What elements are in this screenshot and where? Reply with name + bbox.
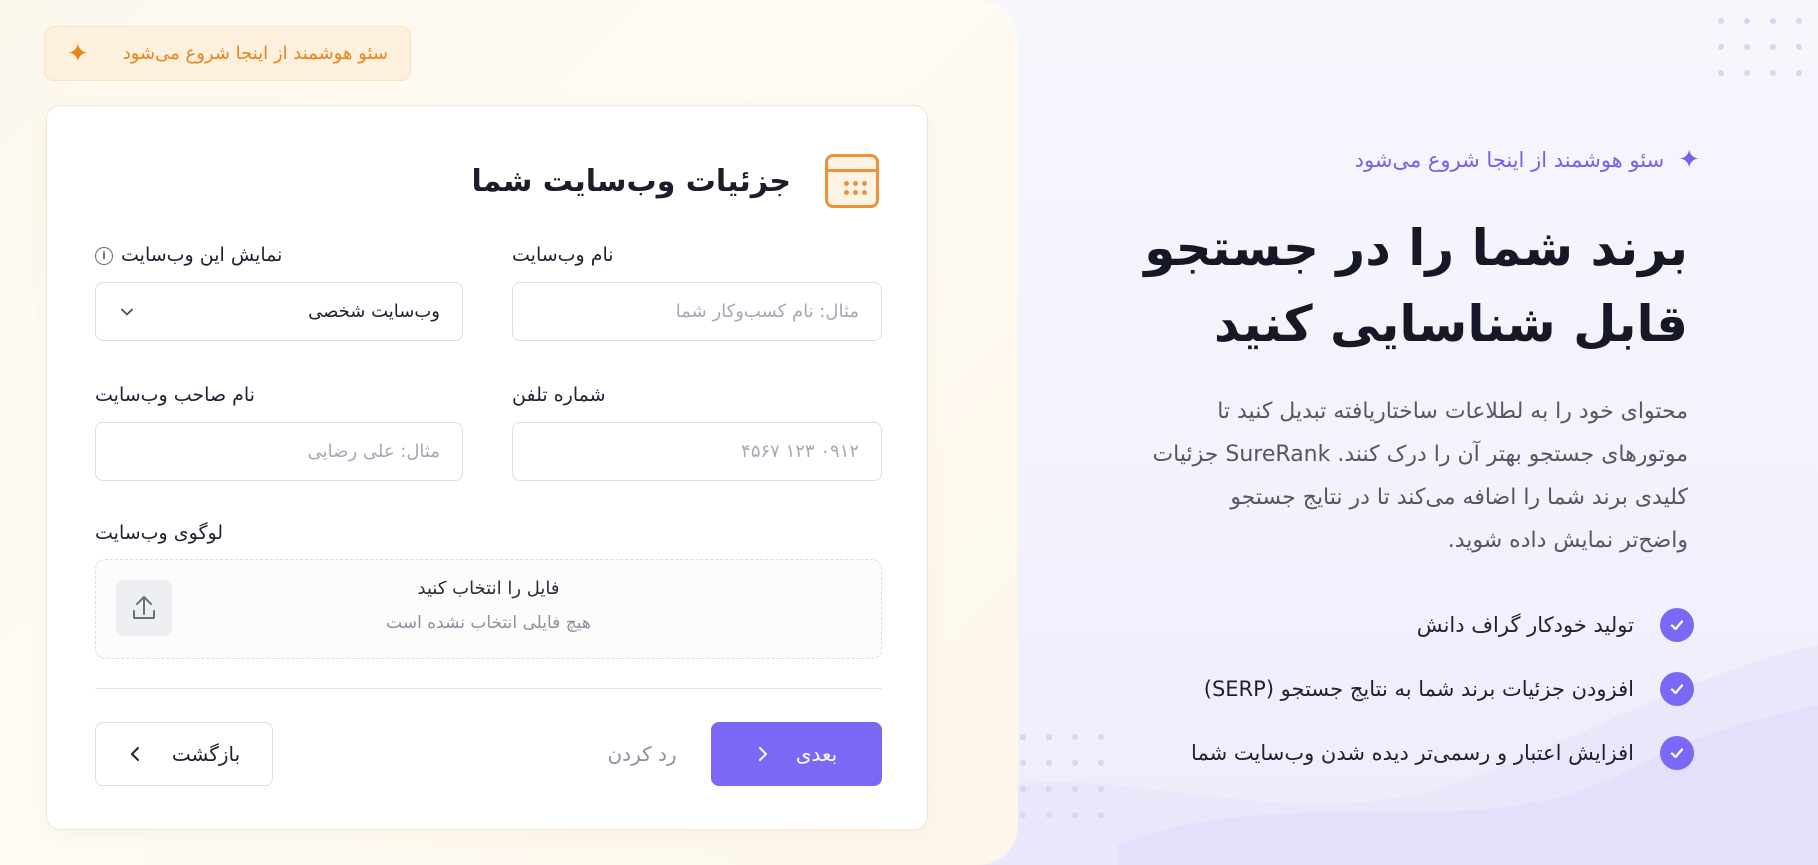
- website-name-input[interactable]: مثال: نام کسب‌وکار شما: [512, 282, 882, 341]
- hero-heading: برند شما را در جستجو قابل شناسایی کنید: [988, 210, 1688, 362]
- feature-item: افزایش اعتبار و رسمی‌تر دیده شدن وب‌سایت…: [1191, 721, 1694, 785]
- hero-badge: سئو هوشمند از اینجا شروع می‌شود ✦: [1355, 145, 1700, 175]
- feature-text: افزایش اعتبار و رسمی‌تر دیده شدن وب‌سایت…: [1191, 741, 1634, 765]
- next-button-label: بعدی: [795, 742, 838, 766]
- display-as-value: وب‌سایت شخصی: [308, 301, 440, 322]
- feature-item: افزودن جزئیات برند شما به نتایج جستجو (S…: [1191, 657, 1694, 721]
- display-as-label: نمایش این وب‌سایت i: [95, 244, 282, 266]
- top-badge-text: سئو هوشمند از اینجا شروع می‌شود: [122, 43, 388, 64]
- choose-file-text: فایل را انتخاب کنید: [417, 578, 560, 599]
- owner-name-label: نام صاحب وب‌سایت: [95, 384, 255, 406]
- hero-paragraph-line: کلیدی برند شما را اضافه می‌کند تا در نتا…: [1230, 485, 1688, 510]
- sparkle-icon: ✦: [67, 38, 89, 69]
- card-title: جزئیات وب‌سایت شما: [471, 164, 791, 199]
- back-button[interactable]: بازگشت: [95, 722, 273, 786]
- hero-paragraph-line: محتوای خود را به لطلاعات ساختاریافته تبد…: [1217, 399, 1688, 424]
- phone-label: شماره تلفن: [512, 384, 606, 406]
- check-icon: [1660, 608, 1694, 642]
- decor-dots-bottom-left: [1018, 730, 1118, 830]
- top-badge: ✦ سئو هوشمند از اینجا شروع می‌شود: [44, 26, 411, 81]
- owner-name-input[interactable]: مثال: علی رضایی: [95, 422, 463, 481]
- chevron-down-icon: [121, 308, 133, 316]
- decor-dots-top-right: [1718, 14, 1808, 84]
- logo-label: لوگوی وب‌سایت: [95, 522, 224, 544]
- hero-paragraph-line: واضح‌تر نمایش داده شوید.: [1447, 528, 1688, 553]
- feature-text: تولید خودکار گراف دانش: [1416, 613, 1634, 637]
- browser-window-icon: [825, 154, 879, 208]
- sparkle-icon: ✦: [1678, 145, 1700, 175]
- info-icon[interactable]: i: [95, 246, 113, 265]
- chevron-right-icon: [758, 747, 767, 761]
- feature-text: افزودن جزئیات برند شما به نتایج جستجو (S…: [1203, 677, 1634, 701]
- left-panel: ✦ سئو هوشمند از اینجا شروع می‌شود جزئیات…: [0, 0, 1018, 865]
- website-name-placeholder: مثال: نام کسب‌وکار شما: [675, 301, 859, 322]
- display-as-select[interactable]: وب‌سایت شخصی: [95, 282, 463, 341]
- no-file-text: هیچ فایلی انتخاب نشده است: [386, 613, 591, 633]
- phone-placeholder: ۰۹۱۲ ۱۲۳ ۴۵۶۷: [741, 441, 859, 462]
- divider: [95, 688, 882, 689]
- logo-upload-dropzone[interactable]: فایل را انتخاب کنید هیچ فایلی انتخاب نشد…: [95, 559, 882, 659]
- website-details-card: جزئیات وب‌سایت شما نمایش این وب‌سایت i نا…: [46, 105, 928, 830]
- display-as-label-text: نمایش این وب‌سایت: [121, 244, 283, 266]
- hero-heading-line-2: قابل شناسایی کنید: [1213, 295, 1688, 353]
- hero-paragraph-line: موتورهای جستجو بهتر آن را درک کنند. Sure…: [1152, 442, 1688, 467]
- hero-heading-line-1: برند شما را در جستجو: [1144, 219, 1688, 277]
- feature-item: تولید خودکار گراف دانش: [1191, 593, 1694, 657]
- hero-paragraph: محتوای خود را به لطلاعات ساختاریافته تبد…: [1058, 390, 1688, 562]
- next-button[interactable]: بعدی: [711, 722, 882, 786]
- website-name-label: نام وب‌سایت: [512, 244, 614, 266]
- chevron-left-icon: [130, 747, 139, 761]
- cancel-button[interactable]: رد کردن: [577, 722, 707, 786]
- back-button-label: بازگشت: [171, 742, 241, 766]
- hero-badge-text: سئو هوشمند از اینجا شروع می‌شود: [1354, 148, 1665, 172]
- owner-name-placeholder: مثال: علی رضایی: [307, 441, 440, 462]
- phone-input[interactable]: ۰۹۱۲ ۱۲۳ ۴۵۶۷: [512, 422, 882, 481]
- check-icon: [1660, 736, 1694, 770]
- feature-list: تولید خودکار گراف دانش افزودن جزئیات برن…: [1191, 593, 1694, 785]
- check-icon: [1660, 672, 1694, 706]
